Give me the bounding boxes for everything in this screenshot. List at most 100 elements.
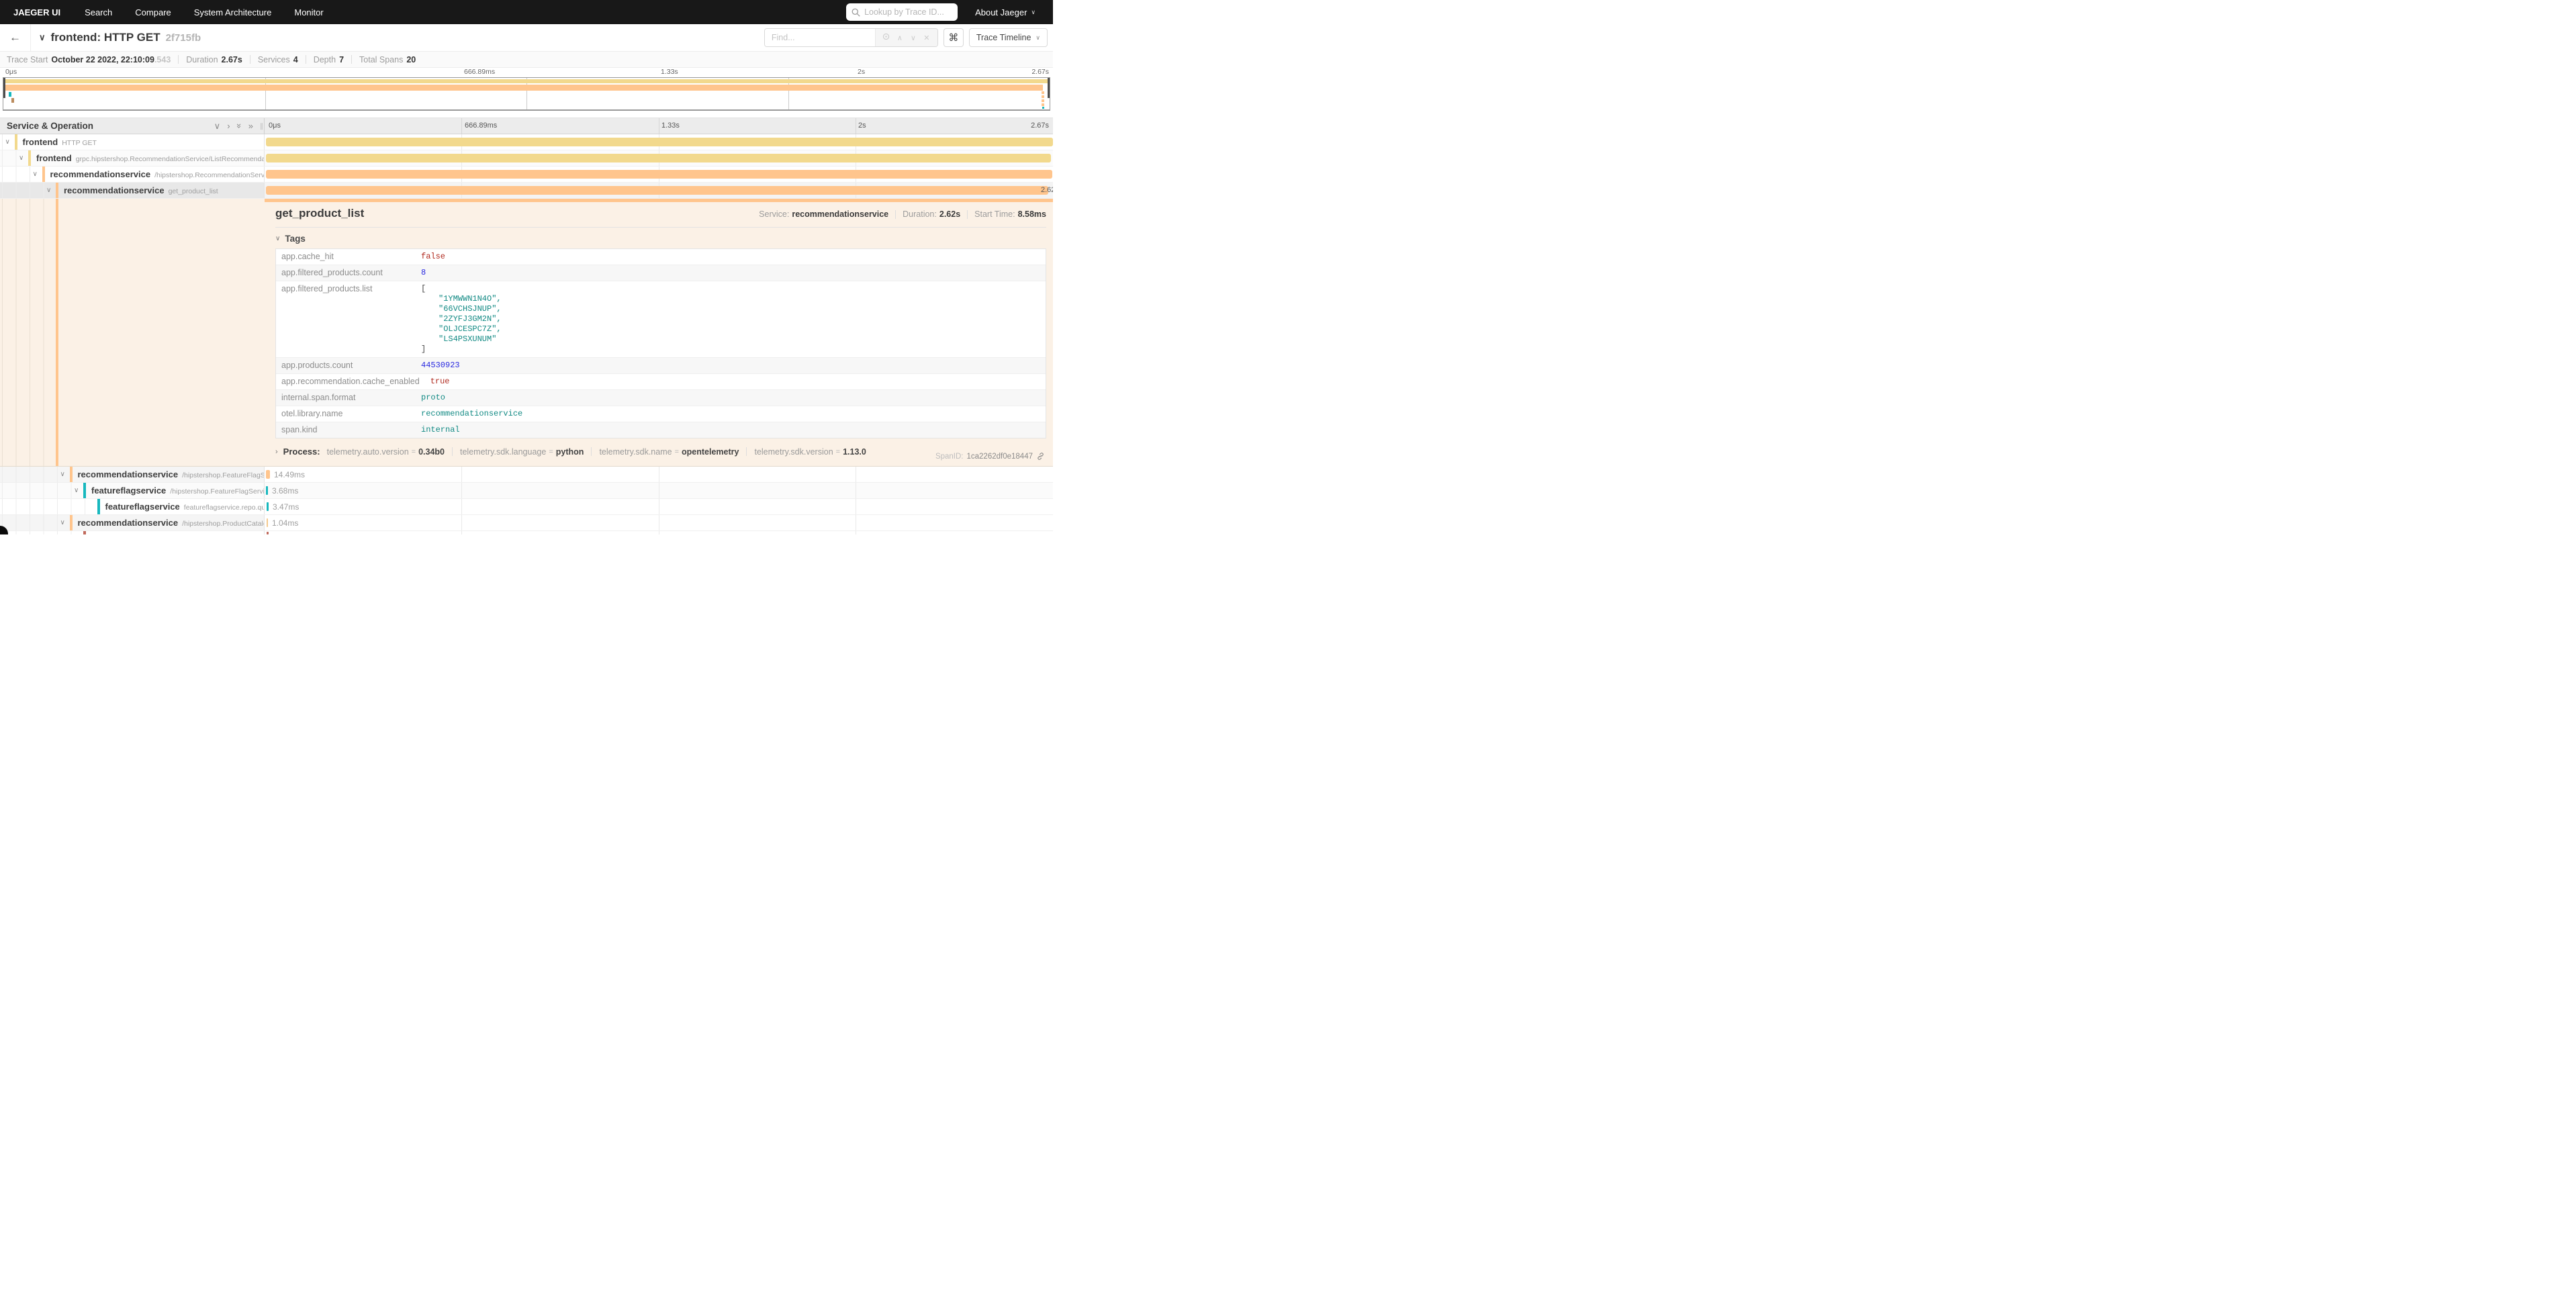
- process-value: python: [556, 447, 584, 457]
- back-button[interactable]: ←: [0, 24, 31, 51]
- link-icon[interactable]: [1036, 452, 1045, 461]
- chevron-down-icon[interactable]: ∨: [19, 154, 24, 162]
- tags-section-toggle[interactable]: ∨ Tags: [275, 234, 1046, 244]
- minimap-span-bar: [1042, 107, 1044, 109]
- span-bar[interactable]: [267, 518, 268, 527]
- trace-lookup-box[interactable]: [846, 3, 958, 21]
- about-jaeger-menu[interactable]: About Jaeger ∨: [975, 7, 1036, 17]
- span-operation: /hipstershop.RecommendationService/Lis..…: [154, 171, 265, 179]
- chevron-down-icon[interactable]: ∨: [74, 487, 79, 494]
- expand-one-icon[interactable]: ›: [227, 121, 230, 131]
- minimap-right-handle[interactable]: [1048, 78, 1050, 98]
- timeline-minimap[interactable]: [3, 77, 1050, 111]
- prev-match-icon[interactable]: ∧: [894, 34, 905, 42]
- app-brand[interactable]: JAEGER UI: [13, 7, 60, 17]
- span-service: recommendationservice: [78, 469, 179, 479]
- collapse-trace-chevron-icon[interactable]: ∨: [39, 32, 46, 43]
- trace-header: ← ∨ frontend: HTTP GET 2f715fb ∧ ∨ ✕ ⌘ T…: [0, 24, 1053, 52]
- span-service: frontend: [23, 137, 58, 147]
- trace-id: 2f715fb: [166, 32, 201, 44]
- span-duration-label: 3.68ms: [272, 486, 298, 496]
- tag-value: proto: [416, 390, 1046, 406]
- nav-item-search[interactable]: Search: [85, 7, 112, 17]
- chevron-down-icon[interactable]: ∨: [60, 471, 65, 478]
- keyboard-shortcuts-button[interactable]: ⌘: [944, 28, 964, 47]
- minimap-span-bar: [9, 92, 11, 97]
- nav-item-monitor[interactable]: Monitor: [294, 7, 323, 17]
- span-bar[interactable]: [267, 532, 269, 534]
- next-match-icon[interactable]: ∨: [908, 34, 919, 42]
- span-bar[interactable]: [267, 502, 269, 511]
- collapse-one-icon[interactable]: ∨: [214, 121, 221, 131]
- tag-value: recommendationservice: [416, 406, 1046, 422]
- minimap-tick: 1.33s: [661, 68, 678, 76]
- column-resize-handle[interactable]: ∥: [260, 123, 263, 130]
- chevron-down-icon[interactable]: ∨: [5, 138, 10, 146]
- tags-table: app.cache_hit false app.filtered_product…: [275, 248, 1046, 438]
- view-selector-button[interactable]: Trace Timeline ∨: [969, 28, 1048, 47]
- about-jaeger-label: About Jaeger: [975, 7, 1027, 17]
- span-service: recommendationservice: [50, 169, 151, 179]
- span-bar-strip: [265, 199, 1053, 202]
- process-value: 0.34b0: [418, 447, 445, 457]
- duration-label: Duration: [186, 55, 218, 64]
- service-color-accent: [56, 183, 58, 198]
- chevron-down-icon[interactable]: ∨: [60, 519, 65, 526]
- span-row-featureflag-call[interactable]: ∨ recommendationservice/hipstershop.Feat…: [0, 467, 1053, 483]
- span-row-featureflagservice-get[interactable]: ∨ featureflagservice/hipstershop.Feature…: [0, 483, 1053, 499]
- depth-label: Depth: [314, 55, 336, 64]
- span-service: recommendationservice: [64, 185, 165, 195]
- find-input[interactable]: [765, 29, 875, 46]
- span-duration-label: 14.49ms: [274, 470, 305, 479]
- span-row-recommendationservice-list[interactable]: ∨ recommendationservice/hipstershop.Reco…: [0, 167, 1053, 183]
- span-bar[interactable]: [266, 154, 1051, 162]
- span-row-featureflag-repo-query[interactable]: featureflagservicefeatureflagservice.rep…: [0, 499, 1053, 515]
- service-value: recommendationservice: [792, 209, 888, 219]
- focus-match-icon[interactable]: [881, 32, 892, 43]
- span-service: featureflagservice: [91, 485, 166, 496]
- minimap-span-bar: [3, 79, 1050, 83]
- duration-value: 2.62s: [939, 209, 960, 219]
- clear-find-icon[interactable]: ✕: [921, 34, 932, 42]
- tag-row: internal.span.format proto: [276, 390, 1046, 406]
- minimap-span-bar: [3, 85, 1043, 91]
- span-operation: grpc.hipstershop.RecommendationService/L…: [76, 155, 265, 163]
- top-nav: JAEGER UI Search Compare System Architec…: [0, 0, 1053, 24]
- json-item: "1YMWWN1N4O",: [421, 294, 1040, 304]
- trace-lookup-input[interactable]: [864, 7, 952, 17]
- view-selector-label: Trace Timeline: [976, 33, 1031, 42]
- span-duration-label: 2.62s: [1041, 186, 1053, 194]
- trace-summary-bar: Trace Start October 22 2022, 22:10:09 .5…: [0, 52, 1053, 68]
- span-row-partial[interactable]: [0, 531, 1053, 534]
- span-row-frontend-httpget[interactable]: ∨ frontendHTTP GET: [0, 134, 1053, 150]
- nav-item-compare[interactable]: Compare: [135, 7, 171, 17]
- span-detail-row: get_product_list Service: recommendation…: [0, 199, 1053, 467]
- json-item: "LS4PSXUNUM": [421, 334, 1040, 344]
- trace-start-label: Trace Start: [7, 55, 48, 64]
- process-key: telemetry.auto.version: [327, 447, 409, 457]
- tag-row: app.filtered_products.list [ "1YMWWN1N4O…: [276, 281, 1046, 358]
- chevron-down-icon[interactable]: ∨: [46, 187, 51, 194]
- services-label: Services: [258, 55, 290, 64]
- span-row-frontend-grpc[interactable]: ∨ frontendgrpc.hipstershop.Recommendatio…: [0, 150, 1053, 167]
- span-id-label: SpanID:: [935, 453, 964, 461]
- tag-value: false: [416, 249, 1046, 265]
- collapse-all-icon[interactable]: »: [234, 124, 244, 128]
- span-bar[interactable]: [266, 138, 1053, 146]
- span-bar[interactable]: [266, 486, 268, 495]
- nav-item-system-architecture[interactable]: System Architecture: [194, 7, 272, 17]
- span-bar[interactable]: [266, 186, 1048, 195]
- services-value: 4: [293, 55, 298, 64]
- chevron-down-icon: ∨: [275, 235, 280, 242]
- span-bar[interactable]: [266, 470, 270, 479]
- span-bar[interactable]: [266, 170, 1052, 179]
- minimap-left-handle[interactable]: [3, 78, 5, 98]
- service-color-accent: [70, 515, 73, 530]
- span-row-get-product-list-selected[interactable]: ∨ recommendationserviceget_product_list …: [0, 183, 1053, 199]
- minimap-tick: 2s: [858, 68, 865, 76]
- span-row-productcatalog-call[interactable]: ∨ recommendationservice/hipstershop.Prod…: [0, 515, 1053, 531]
- tag-row: app.products.count 44530923: [276, 358, 1046, 374]
- expand-all-icon[interactable]: »: [248, 121, 253, 131]
- chevron-down-icon[interactable]: ∨: [33, 171, 38, 178]
- process-section-toggle[interactable]: › Process: telemetry.auto.version=0.34b0…: [275, 447, 1046, 457]
